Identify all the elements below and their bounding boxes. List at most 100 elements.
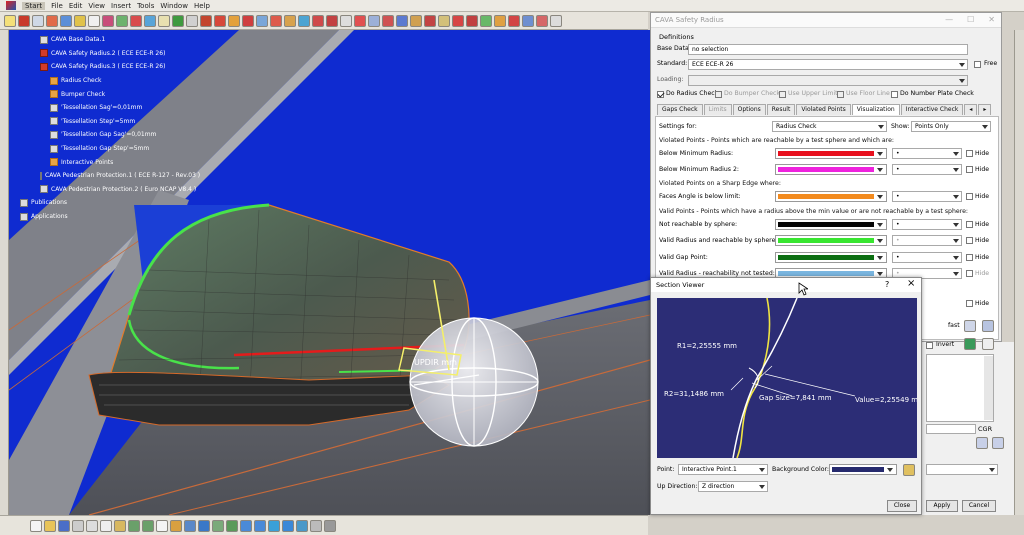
below-min-radius-symbol[interactable]: • xyxy=(892,148,962,159)
show-select[interactable]: Points Only xyxy=(911,121,991,132)
menu-insert[interactable]: Insert xyxy=(111,2,131,10)
tab-result[interactable]: Result xyxy=(766,104,796,115)
project-icon[interactable] xyxy=(242,14,254,27)
tree-node-pedestrian-2[interactable]: CAVA Pedestrian Protection.2 ( Euro NCAP… xyxy=(20,183,200,197)
formula-icon[interactable] xyxy=(156,519,168,532)
tree-node-tess-gap-sag[interactable]: 'Tessellation Gap Sag'=0,01mm xyxy=(20,128,200,142)
revolve-icon[interactable] xyxy=(270,14,282,27)
undo-icon[interactable] xyxy=(128,519,140,532)
invert-checkbox[interactable] xyxy=(926,342,933,349)
do-bumper-check-checkbox[interactable] xyxy=(715,91,722,98)
tab-violated-points[interactable]: Violated Points xyxy=(796,104,851,115)
faces-angle-symbol[interactable]: • xyxy=(892,191,962,202)
tree-node-radius-check[interactable]: Radius Check xyxy=(20,74,200,88)
tree-node-base-data[interactable]: CAVA Base Data.1 xyxy=(20,33,200,47)
table-icon[interactable] xyxy=(976,437,988,449)
menu-tools[interactable]: Tools xyxy=(137,2,154,10)
below-min-radius-2-hide-checkbox[interactable] xyxy=(966,166,973,173)
extra-hide-checkbox[interactable] xyxy=(966,300,973,307)
tree-node-tess-step[interactable]: 'Tessellation Step'=5mm xyxy=(20,115,200,129)
iso-view-icon[interactable] xyxy=(282,519,294,532)
law-icon[interactable] xyxy=(522,14,534,27)
select-icon[interactable] xyxy=(4,14,16,27)
valid-radius-not-tested-hide-checkbox[interactable] xyxy=(966,270,973,277)
new-icon[interactable] xyxy=(30,519,42,532)
grid-icon[interactable] xyxy=(992,437,1004,449)
use-upper-limit-checkbox[interactable] xyxy=(779,91,786,98)
measure-icon[interactable] xyxy=(32,14,44,27)
loading-select[interactable] xyxy=(688,75,968,86)
use-floor-line-checkbox[interactable] xyxy=(837,91,844,98)
below-min-radius-2-symbol[interactable]: • xyxy=(892,164,962,175)
valid-gap-point-hide-checkbox[interactable] xyxy=(966,254,973,261)
tab-scroll-left-icon[interactable]: ◂ xyxy=(964,104,978,115)
free-checkbox[interactable] xyxy=(974,61,981,68)
tab-visualization[interactable]: Visualization xyxy=(851,104,900,115)
affinity-icon[interactable] xyxy=(466,14,478,27)
valid-gap-point-symbol[interactable]: • xyxy=(892,252,962,263)
axis-icon[interactable] xyxy=(480,14,492,27)
point-icon[interactable] xyxy=(130,14,142,27)
settings-for-select[interactable]: Radius Check xyxy=(772,121,887,132)
normal-view-icon[interactable] xyxy=(268,519,280,532)
valid-gap-point-color[interactable] xyxy=(775,252,887,263)
draft-icon[interactable] xyxy=(396,14,408,27)
menu-view[interactable]: View xyxy=(88,2,105,10)
spine-icon[interactable] xyxy=(536,14,548,27)
valid-radius-reachable-color[interactable] xyxy=(775,235,887,246)
slow-icon[interactable] xyxy=(964,320,976,332)
below-min-radius-hide-checkbox[interactable] xyxy=(966,150,973,157)
cgr-label[interactable]: CGR xyxy=(978,425,992,433)
tab-scroll-right-icon[interactable]: ▸ xyxy=(978,104,992,115)
tree-node-tess-gap-step[interactable]: 'Tessellation Gap Step'=5mm xyxy=(20,142,200,156)
menu-window[interactable]: Window xyxy=(160,2,188,10)
copy-icon[interactable] xyxy=(100,519,112,532)
standard-select[interactable]: ECE ECE-R 26 xyxy=(688,59,968,70)
point-select[interactable]: Interactive Point.1 xyxy=(678,464,768,475)
symmetry-icon[interactable] xyxy=(438,14,450,27)
3d-viewport[interactable]: UPDIR mm CAVA Base Data.1 CAVA Safety Ra… xyxy=(9,30,650,515)
pan-icon[interactable] xyxy=(212,519,224,532)
line-icon[interactable] xyxy=(144,14,156,27)
lock-icon[interactable] xyxy=(550,14,562,27)
cut-icon[interactable] xyxy=(86,519,98,532)
filter-icon[interactable] xyxy=(116,14,128,27)
close-icon[interactable]: ✕ xyxy=(988,15,995,24)
tree-icon[interactable] xyxy=(18,14,30,27)
arrow-icon[interactable] xyxy=(982,338,994,350)
zoom-out-icon[interactable] xyxy=(254,519,266,532)
rotate-icon[interactable] xyxy=(424,14,436,27)
join-icon[interactable] xyxy=(200,14,212,27)
tree-node-tess-sag[interactable]: 'Tessellation Sag'=0,01mm xyxy=(20,101,200,115)
swap-icon[interactable] xyxy=(324,519,336,532)
fill-icon[interactable] xyxy=(298,14,310,27)
rotate-view-icon[interactable] xyxy=(226,519,238,532)
scissors-icon[interactable] xyxy=(186,14,198,27)
close-button[interactable]: Close xyxy=(887,500,917,512)
tree-node-pedestrian-1[interactable]: CAVA Pedestrian Protection.1 ( ECE R-127… xyxy=(20,169,200,183)
print-icon[interactable] xyxy=(72,519,84,532)
split-icon[interactable] xyxy=(214,14,226,27)
hide-show-icon[interactable] xyxy=(310,519,322,532)
not-reachable-symbol[interactable]: • xyxy=(892,219,962,230)
valid-radius-reachable-symbol[interactable]: • xyxy=(892,235,962,246)
highlight-icon[interactable] xyxy=(964,338,976,350)
paste-icon[interactable] xyxy=(114,519,126,532)
extrude-icon[interactable] xyxy=(256,14,268,27)
below-min-radius-2-color[interactable] xyxy=(775,164,887,175)
output-select[interactable] xyxy=(926,464,998,475)
close-icon[interactable]: × xyxy=(907,278,915,289)
fit-all-icon[interactable] xyxy=(198,519,210,532)
fast-icon[interactable] xyxy=(982,320,994,332)
tab-gaps-check[interactable]: Gaps Check xyxy=(657,104,703,115)
color-picker-icon[interactable] xyxy=(903,464,915,476)
box-icon[interactable] xyxy=(46,14,58,27)
plane-icon[interactable] xyxy=(158,14,170,27)
boundary-icon[interactable] xyxy=(340,14,352,27)
background-color-select[interactable] xyxy=(829,464,897,475)
tree-node-safety-radius-2[interactable]: CAVA Safety Radius.2 ( ECE ECE-R 26) xyxy=(20,47,200,61)
trim-icon[interactable] xyxy=(326,14,338,27)
zoom-in-icon[interactable] xyxy=(240,519,252,532)
menu-file[interactable]: File xyxy=(51,2,63,10)
open-icon[interactable] xyxy=(44,519,56,532)
